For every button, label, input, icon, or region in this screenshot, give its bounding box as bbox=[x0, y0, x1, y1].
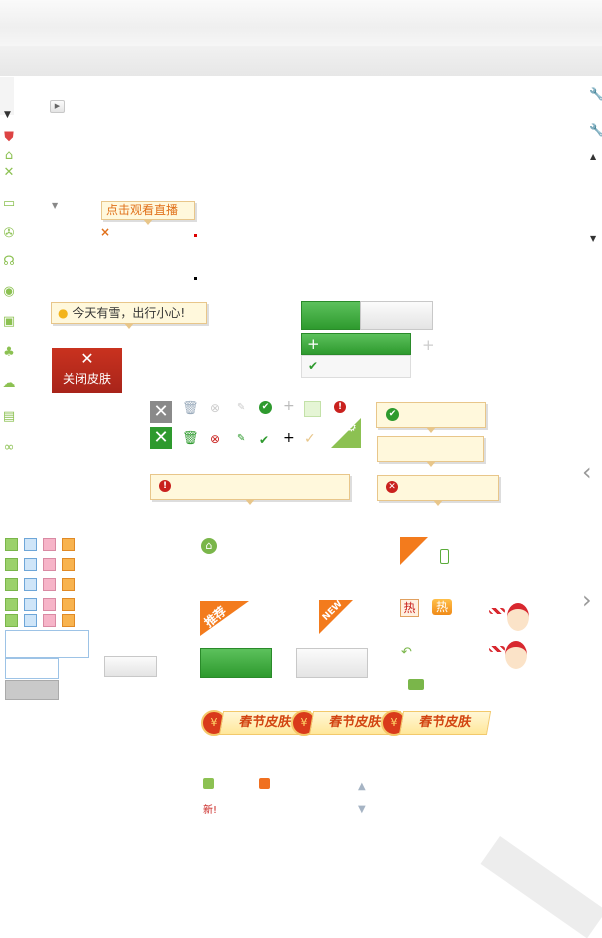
x-circle-icon: ✕ bbox=[386, 481, 398, 493]
close-skin-button[interactable]: ✕ 关闭皮肤 bbox=[52, 348, 122, 393]
black-dot bbox=[194, 277, 197, 280]
trash-icon[interactable]: 🗑 bbox=[182, 431, 199, 446]
orange-dot-square bbox=[259, 778, 270, 789]
weather-tooltip: ● 今天有雪，出行小心! bbox=[51, 302, 207, 329]
news-icon[interactable]: ▤ bbox=[1, 409, 17, 425]
santa-icon-2 bbox=[505, 641, 527, 669]
input-box-small[interactable] bbox=[5, 658, 59, 679]
spring-skin-label: 春节皮肤 bbox=[398, 711, 492, 735]
chevron-left-icon[interactable]: ‹ bbox=[582, 458, 592, 486]
green-button-large[interactable] bbox=[200, 648, 272, 678]
hot-badge-1: 热 bbox=[400, 599, 419, 617]
chevron-right-icon[interactable]: › bbox=[582, 586, 592, 614]
caret-down-icon[interactable]: ▼ bbox=[590, 234, 596, 243]
second-band bbox=[0, 46, 602, 76]
success-tip: ✔ bbox=[376, 402, 486, 433]
close-skin-label: 关闭皮肤 bbox=[62, 372, 111, 386]
x-circle-icon[interactable]: ⊗ bbox=[210, 432, 220, 446]
trash-light-icon[interactable]: 🗑 bbox=[182, 401, 199, 416]
bag-icon[interactable]: ▣ bbox=[1, 314, 17, 330]
orange-corner bbox=[400, 537, 428, 565]
undo-icon[interactable]: ↶ bbox=[401, 645, 412, 660]
alert-icon: ! bbox=[159, 480, 171, 492]
check-circle-icon[interactable]: ✔ bbox=[259, 401, 272, 414]
plus-black-icon[interactable]: + bbox=[283, 430, 295, 446]
x-circle-light-icon[interactable]: ⊗ bbox=[210, 401, 220, 415]
wrench-icon[interactable]: 🔧 bbox=[589, 87, 602, 101]
checked-row[interactable]: ✔ bbox=[301, 355, 411, 378]
play-button[interactable]: ▶ bbox=[50, 100, 65, 113]
red-dot bbox=[194, 234, 197, 237]
check-small-icon[interactable]: ✔ bbox=[259, 433, 269, 447]
pencil-icon[interactable]: ✎ bbox=[237, 433, 245, 444]
error-tip: ✕ bbox=[377, 475, 499, 506]
gray-toggle[interactable] bbox=[360, 301, 433, 330]
candy-cane-icon bbox=[489, 608, 505, 614]
folder-icon[interactable] bbox=[408, 679, 424, 690]
game-icon[interactable]: ◉ bbox=[1, 284, 17, 300]
tools-icon[interactable]: ✕ bbox=[1, 165, 17, 181]
tv-icon[interactable]: ▭ bbox=[1, 196, 17, 212]
empty-tip bbox=[377, 436, 484, 467]
plus-icon: + bbox=[307, 335, 320, 353]
wrench-dark-icon[interactable]: 🔧 bbox=[589, 123, 602, 137]
bulb-icon: ● bbox=[58, 306, 69, 320]
film-icon[interactable]: ✇ bbox=[1, 226, 17, 242]
gear-icon[interactable]: ⚙ bbox=[346, 420, 357, 434]
alert-tip: ! bbox=[150, 474, 350, 505]
pencil-light-icon[interactable]: ✎ bbox=[237, 402, 245, 413]
shield-icon[interactable]: ⛊ bbox=[1, 130, 17, 146]
home-circle-icon[interactable]: ⌂ bbox=[201, 538, 217, 554]
gray-button-small[interactable] bbox=[104, 656, 157, 677]
color-swatch-grid bbox=[5, 538, 75, 630]
arrow-down-icon[interactable]: ▼ bbox=[358, 804, 366, 815]
disabled-box bbox=[5, 680, 59, 700]
santa-icon bbox=[507, 603, 529, 631]
plus-light-icon[interactable]: + bbox=[422, 336, 435, 354]
caret-down-small-icon[interactable]: ▼ bbox=[52, 201, 58, 210]
link-icon[interactable]: ∞ bbox=[1, 440, 17, 456]
close-x-icon[interactable]: × bbox=[100, 225, 110, 239]
alert-icon: ! bbox=[334, 401, 346, 413]
close-icon: ✕ bbox=[80, 349, 94, 368]
phone-icon[interactable] bbox=[440, 549, 449, 564]
check-circle-icon: ✔ bbox=[386, 408, 399, 421]
gray-x-box-icon[interactable]: ✕ bbox=[150, 401, 172, 423]
caret-up-icon[interactable]: ▲ bbox=[590, 152, 596, 161]
hot-badge-2: 热 bbox=[432, 599, 452, 615]
headphones-icon[interactable]: ☊ bbox=[1, 254, 17, 270]
candy-cane-icon-2 bbox=[489, 646, 505, 652]
green-toggle[interactable] bbox=[301, 301, 361, 330]
weather-text: 今天有雪，出行小心! bbox=[72, 306, 186, 320]
arrow-up-icon[interactable]: ▲ bbox=[358, 781, 366, 792]
cloud-icon[interactable]: ☁ bbox=[1, 376, 17, 392]
tree-icon[interactable]: ♣ bbox=[1, 345, 17, 361]
caret-down-icon[interactable]: ▼ bbox=[4, 110, 11, 120]
gray-button-large[interactable] bbox=[296, 648, 368, 678]
green-x-box-icon[interactable]: ✕ bbox=[150, 427, 172, 449]
light-green-box bbox=[304, 401, 321, 417]
live-tooltip-label: 点击观看直播 bbox=[106, 203, 179, 217]
check-icon: ✔ bbox=[308, 359, 319, 373]
green-dot-square bbox=[203, 778, 214, 789]
live-tooltip[interactable]: 点击观看直播 bbox=[101, 201, 195, 225]
add-row-button[interactable]: + bbox=[301, 333, 411, 355]
new-text: 新! bbox=[203, 805, 218, 816]
top-band bbox=[0, 0, 602, 46]
home-icon[interactable]: ⌂ bbox=[1, 148, 17, 164]
plus-gray-icon[interactable]: + bbox=[283, 398, 295, 414]
input-box-large[interactable] bbox=[5, 630, 89, 658]
chevron-down-check-icon[interactable]: ✓ bbox=[304, 431, 316, 447]
